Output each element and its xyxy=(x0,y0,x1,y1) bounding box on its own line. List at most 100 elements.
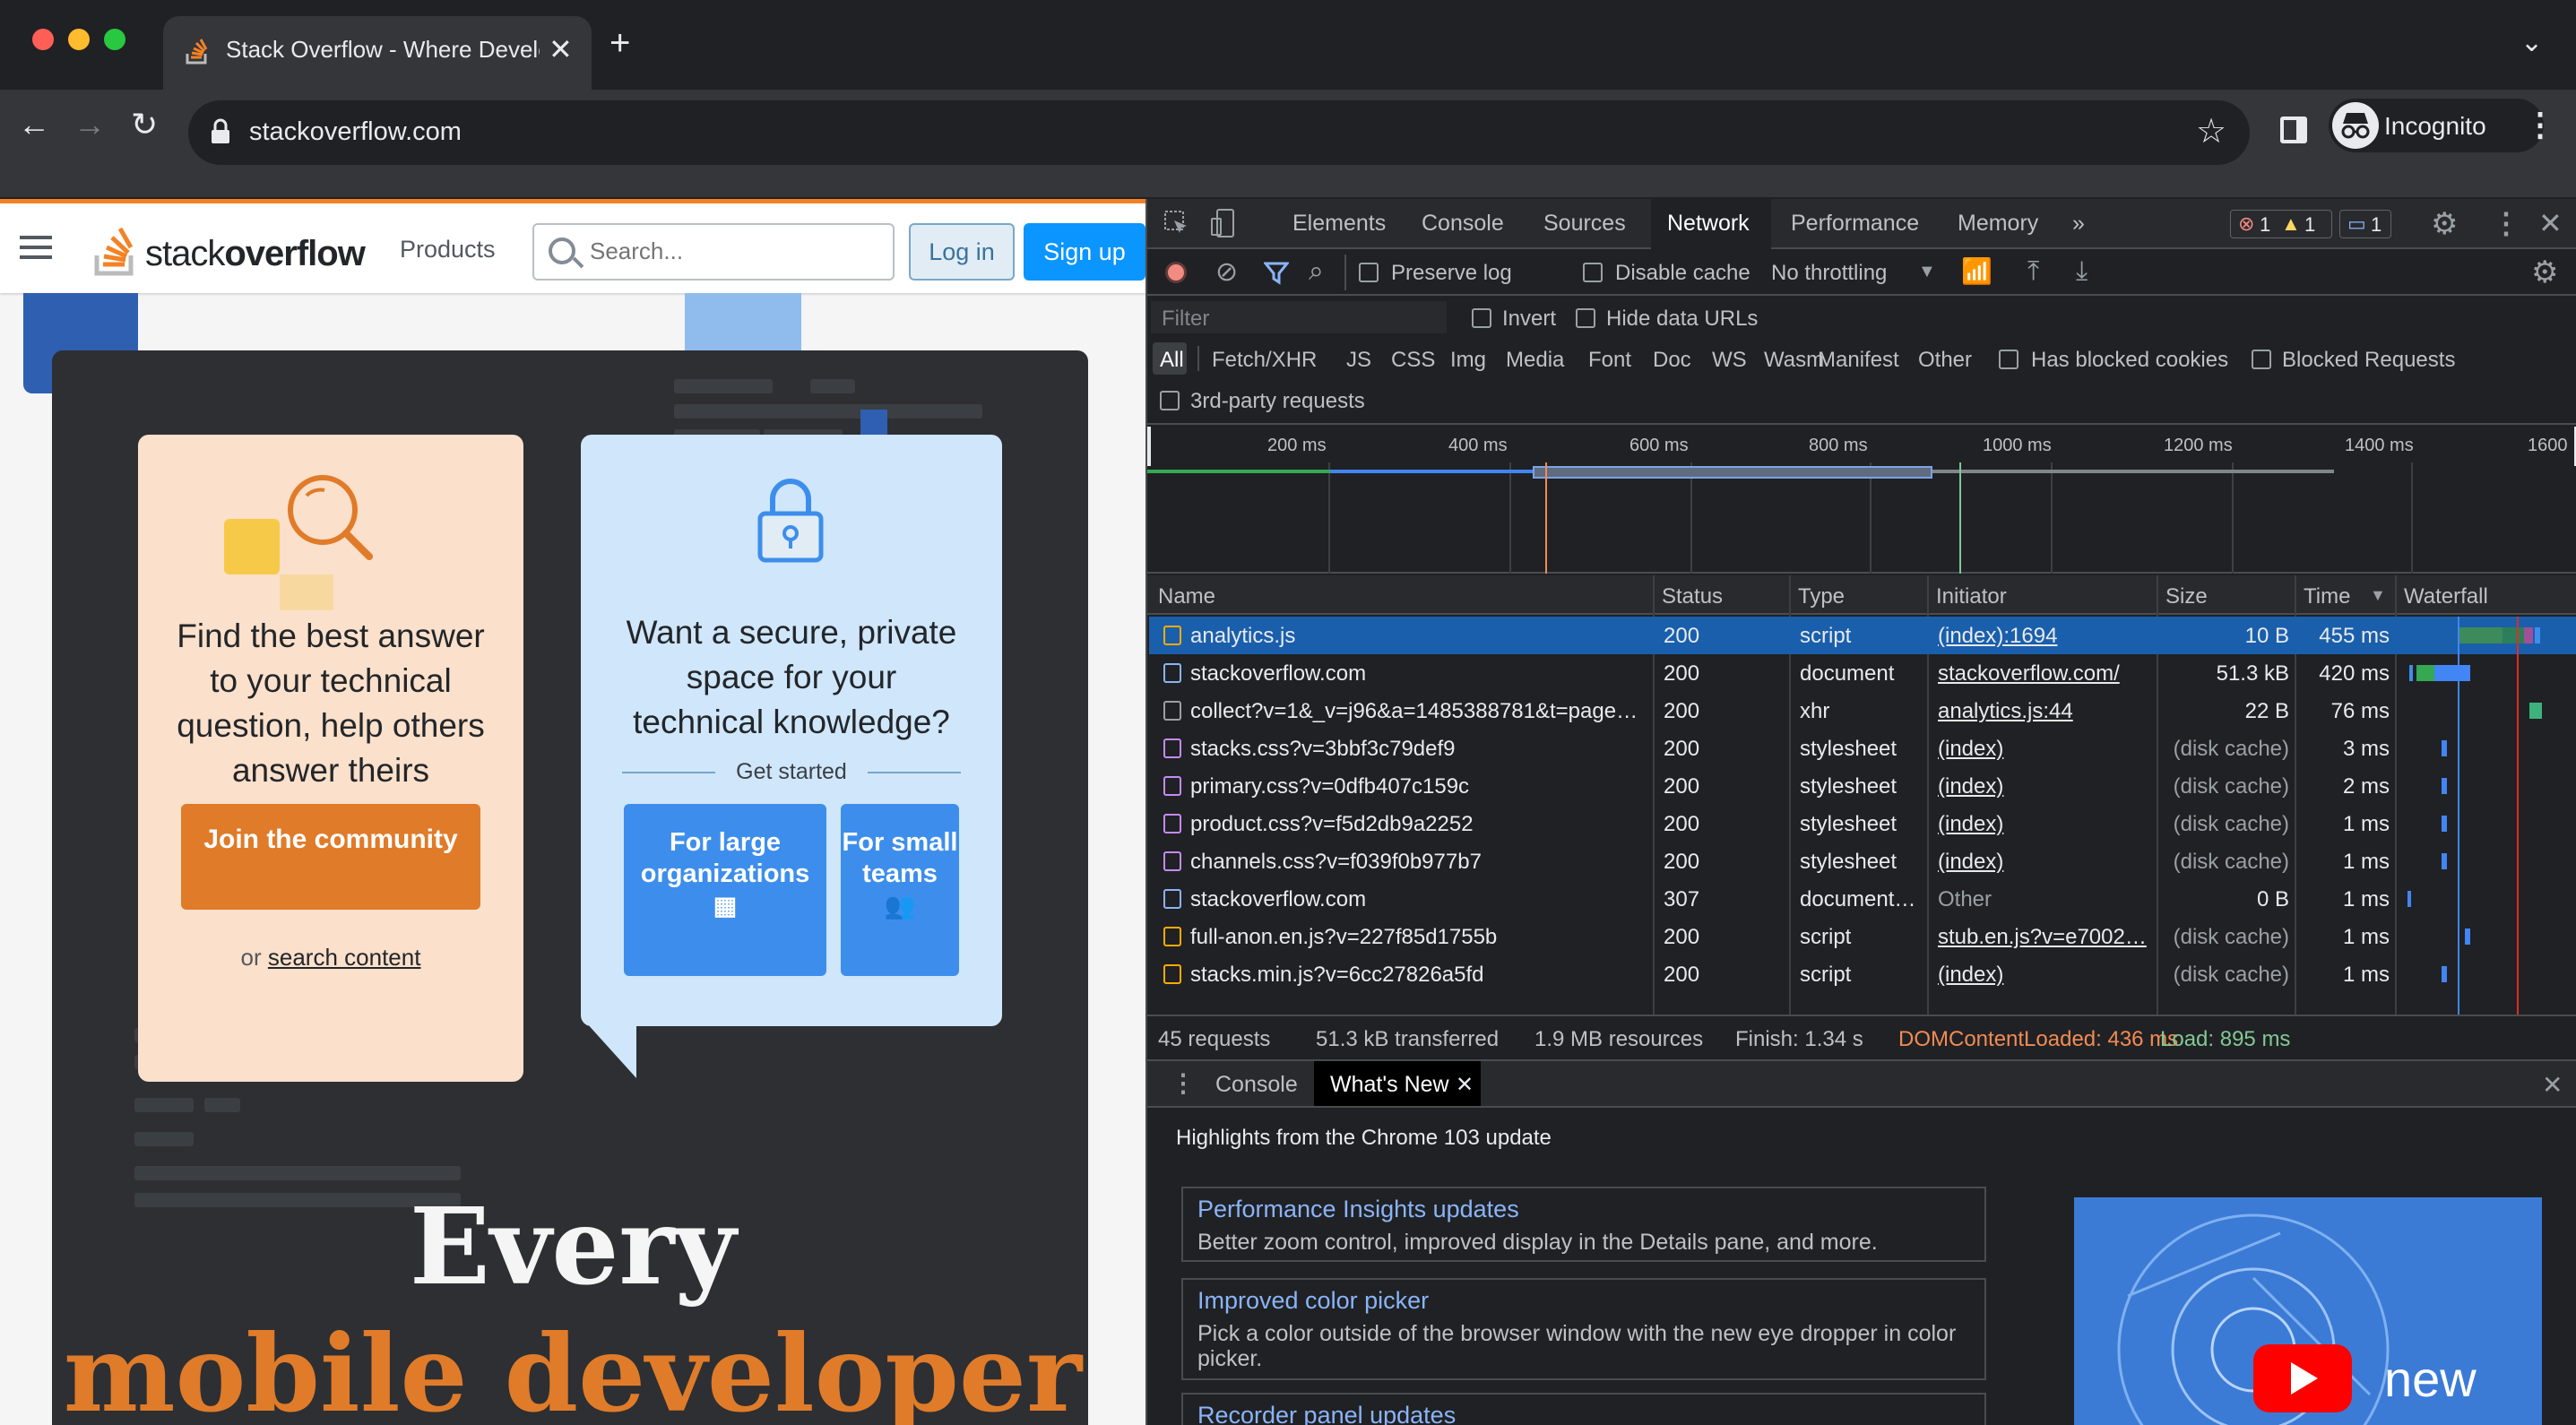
type-fetch-xhr[interactable]: Fetch/XHR xyxy=(1212,348,1317,373)
export-har-icon[interactable]: ⤓ xyxy=(2076,256,2088,287)
tab-elements[interactable]: Elements xyxy=(1292,211,1386,237)
browser-tab[interactable]: Stack Overflow - Where Developers Learn,… xyxy=(163,16,592,91)
close-drawer-icon[interactable]: ✕ xyxy=(2542,1070,2563,1100)
news-item-title[interactable]: Performance Insights updates xyxy=(1197,1196,1519,1223)
close-tab-icon[interactable]: ✕ xyxy=(549,32,573,66)
close-devtools-icon[interactable]: ✕ xyxy=(2538,206,2563,240)
search-content-link[interactable]: search content xyxy=(268,944,421,971)
type-ws[interactable]: WS xyxy=(1712,348,1747,373)
col-time[interactable]: Time xyxy=(2304,584,2350,609)
cell-initiator[interactable]: Other xyxy=(1938,887,2149,912)
invert-checkbox[interactable] xyxy=(1472,308,1491,328)
preserve-log-checkbox[interactable] xyxy=(1359,263,1379,282)
record-icon[interactable] xyxy=(1165,262,1187,283)
play-button-icon[interactable] xyxy=(2253,1344,2352,1412)
cell-initiator[interactable]: (index) xyxy=(1938,963,2149,988)
login-button[interactable]: Log in xyxy=(909,223,1015,281)
tab-sources[interactable]: Sources xyxy=(1543,211,1626,237)
close-whats-new-icon[interactable]: ✕ xyxy=(1456,1072,1474,1098)
table-row[interactable]: product.css?v=f5d2db9a2252 200 stylesheet (… xyxy=(1149,805,2576,842)
table-row[interactable]: stackoverflow.com 200 document stackoverflo… xyxy=(1149,654,2576,692)
cell-initiator[interactable]: (index) xyxy=(1938,737,2149,762)
device-toolbar-icon[interactable] xyxy=(1210,208,1237,238)
issues-badge-group[interactable]: ⊗ 1 ▲ 1 xyxy=(2230,210,2332,238)
devtools-menu-icon[interactable]: ⋮ xyxy=(2492,206,2520,240)
col-status[interactable]: Status xyxy=(1662,584,1723,609)
type-all[interactable]: All xyxy=(1160,348,1184,373)
new-tab-button[interactable]: + xyxy=(609,23,630,64)
small-teams-button[interactable]: For small teams 👥 xyxy=(841,804,959,976)
col-type[interactable]: Type xyxy=(1798,584,1845,609)
type-other[interactable]: Other xyxy=(1918,348,1972,373)
table-row[interactable]: primary.css?v=0dfb407c159c 200 stylesheet (… xyxy=(1149,767,2576,805)
reload-icon[interactable]: ↻ xyxy=(131,106,158,143)
network-conditions-icon[interactable]: 📶 xyxy=(1961,256,1993,286)
type-css[interactable]: CSS xyxy=(1391,348,1435,373)
dropdown-caret-icon[interactable]: ▼ xyxy=(1918,262,1936,282)
type-doc[interactable]: Doc xyxy=(1653,348,1691,373)
type-font[interactable]: Font xyxy=(1588,348,1631,373)
type-js[interactable]: JS xyxy=(1346,348,1371,373)
col-size[interactable]: Size xyxy=(2165,584,2208,609)
drawer-tab-console[interactable]: Console xyxy=(1215,1072,1298,1098)
cell-initiator[interactable]: (index) xyxy=(1938,812,2149,837)
import-har-icon[interactable]: ⤒ xyxy=(2027,256,2039,287)
drawer-tab-whats-new[interactable]: What's New xyxy=(1330,1072,1449,1098)
side-panel-icon[interactable] xyxy=(2280,117,2307,143)
tab-network[interactable]: Network xyxy=(1667,211,1750,237)
drawer-menu-icon[interactable]: ⋮ xyxy=(1171,1068,1196,1098)
join-community-button[interactable]: Join the community xyxy=(181,804,480,910)
messages-badge[interactable]: ▭ 1 xyxy=(2339,210,2391,238)
back-arrow-icon[interactable]: ← xyxy=(18,106,50,143)
type-media[interactable]: Media xyxy=(1506,348,1564,373)
table-row[interactable]: stacks.css?v=3bbf3c79def9 200 stylesheet (i… xyxy=(1149,730,2576,767)
products-link[interactable]: Products xyxy=(400,236,496,263)
search-box[interactable] xyxy=(532,223,895,281)
news-item-title[interactable]: Improved color picker xyxy=(1197,1287,1429,1315)
filter-input[interactable]: Filter xyxy=(1151,301,1447,333)
table-row[interactable]: collect?v=1&_v=j96&a=1485388781&t=page… 2… xyxy=(1149,692,2576,730)
minimize-window-button[interactable] xyxy=(68,29,90,50)
cell-initiator[interactable]: stub.en.js?v=e7002… xyxy=(1938,925,2149,950)
tab-performance[interactable]: Performance xyxy=(1791,211,1919,237)
has-blocked-cookies-checkbox[interactable] xyxy=(1999,350,2018,369)
col-initiator[interactable]: Initiator xyxy=(1936,584,2007,609)
hide-data-urls-checkbox[interactable] xyxy=(1576,308,1595,328)
table-row[interactable]: analytics.js 200 script (index):1694 10 B 455… xyxy=(1149,617,2576,654)
table-row[interactable]: channels.css?v=f039f0b977b7 200 stylesheet… xyxy=(1149,842,2576,880)
col-name[interactable]: Name xyxy=(1158,584,1215,609)
col-waterfall[interactable]: Waterfall xyxy=(2404,584,2488,609)
browser-menu-icon[interactable]: ⋮ xyxy=(2524,106,2556,143)
stackoverflow-logo[interactable]: stackoverflow xyxy=(93,220,366,277)
settings-gear-icon[interactable]: ⚙ xyxy=(2431,206,2458,242)
table-row[interactable]: stacks.min.js?v=6cc27826a5fd 200 script (in… xyxy=(1149,955,2576,993)
incognito-profile-button[interactable]: Incognito xyxy=(2329,99,2544,152)
hamburger-menu-icon[interactable] xyxy=(20,236,52,259)
cell-initiator[interactable]: (index) xyxy=(1938,850,2149,875)
overview-selection[interactable] xyxy=(1533,466,1932,479)
throttling-select[interactable]: No throttling xyxy=(1771,261,1887,286)
news-item-title[interactable]: Recorder panel updates xyxy=(1197,1402,1456,1425)
table-row[interactable]: stackoverflow.com 307 document… Other 0 B 1 m… xyxy=(1149,880,2576,918)
close-window-button[interactable] xyxy=(32,29,54,50)
news-item[interactable]: Recorder panel updates xyxy=(1181,1393,1986,1425)
whats-new-video-thumbnail[interactable]: new xyxy=(2074,1197,2542,1425)
cell-initiator[interactable]: (index):1694 xyxy=(1938,624,2149,649)
tab-console[interactable]: Console xyxy=(1422,211,1504,237)
type-wasm[interactable]: Wasm xyxy=(1764,348,1824,373)
type-img[interactable]: Img xyxy=(1450,348,1486,373)
news-item[interactable]: Performance Insights updates Better zoom… xyxy=(1181,1187,1986,1262)
address-bar[interactable]: stackoverflow.com ☆ xyxy=(188,100,2250,165)
table-row[interactable]: full-anon.en.js?v=227f85d1755b 200 script s… xyxy=(1149,918,2576,955)
news-item[interactable]: Improved color picker Pick a color outsi… xyxy=(1181,1278,1986,1380)
clear-icon[interactable]: ⊘ xyxy=(1215,256,1238,288)
signup-button[interactable]: Sign up xyxy=(1024,223,1145,281)
cell-initiator[interactable]: (index) xyxy=(1938,774,2149,799)
type-manifest[interactable]: Manifest xyxy=(1818,348,1899,373)
cell-initiator[interactable]: stackoverflow.com/ xyxy=(1938,661,2149,687)
third-party-checkbox[interactable] xyxy=(1160,391,1180,410)
search-input[interactable] xyxy=(590,238,877,265)
inspect-element-icon[interactable] xyxy=(1163,210,1190,237)
bookmark-star-icon[interactable]: ☆ xyxy=(2196,111,2226,151)
filter-icon[interactable] xyxy=(1264,262,1289,285)
